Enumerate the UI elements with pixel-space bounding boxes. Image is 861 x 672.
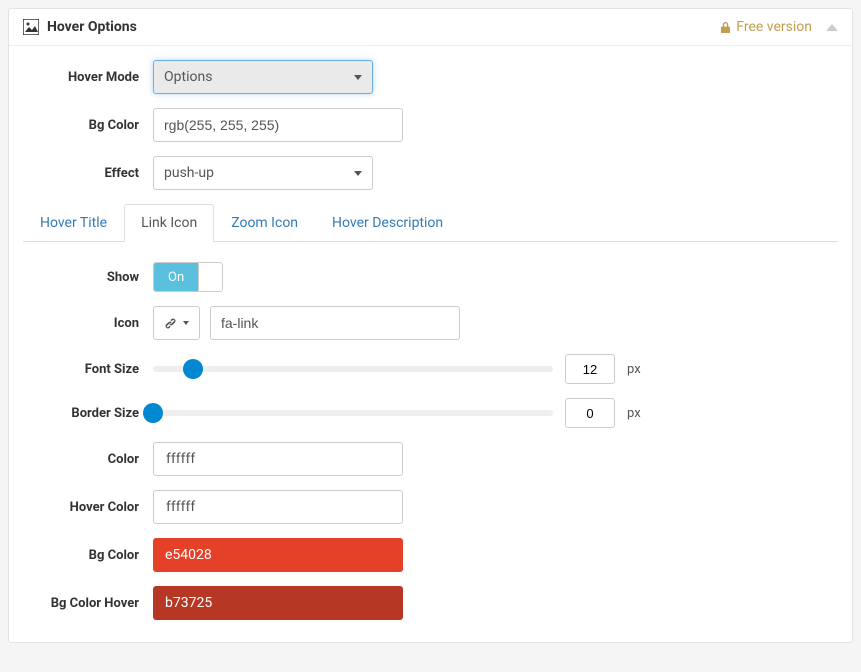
tab-link-icon[interactable]: Link Icon (124, 204, 214, 242)
hover-options-panel: Hover Options Free version Hover Mode Op… (8, 8, 853, 643)
bg-link-label: Bg Color (23, 548, 153, 563)
toggle-knob (198, 263, 222, 291)
hover-mode-label: Hover Mode (23, 70, 153, 85)
tab-zoom-icon[interactable]: Zoom Icon (214, 204, 315, 242)
free-version-badge: Free version (720, 19, 812, 35)
icon-label: Icon (23, 316, 153, 331)
bg-color-link-input[interactable]: e54028 (153, 538, 403, 572)
hover-color-input[interactable]: ffffff (153, 490, 403, 524)
chevron-down-icon (183, 321, 189, 325)
panel-title: Hover Options (47, 19, 137, 35)
color-input[interactable]: ffffff (153, 442, 403, 476)
font-size-slider[interactable] (153, 366, 553, 372)
toggle-on-label: On (154, 263, 198, 291)
font-size-unit: px (627, 362, 641, 377)
link-icon (164, 317, 177, 330)
hover-color-label: Hover Color (23, 500, 153, 515)
tab-hover-description[interactable]: Hover Description (315, 204, 460, 242)
slider-thumb[interactable] (143, 403, 163, 423)
color-label: Color (23, 452, 153, 467)
chevron-down-icon (354, 171, 362, 176)
tabs: Hover Title Link Icon Zoom Icon Hover De… (23, 204, 838, 242)
tab-hover-title[interactable]: Hover Title (23, 204, 124, 242)
hover-mode-select[interactable]: Options (153, 60, 373, 94)
bg-color-label: Bg Color (23, 118, 153, 133)
effect-value: push-up (164, 165, 214, 181)
effect-select[interactable]: push-up (153, 156, 373, 190)
icon-picker-button[interactable] (153, 306, 200, 340)
border-size-input[interactable] (565, 398, 615, 428)
chevron-down-icon (354, 75, 362, 80)
bg-color-input[interactable] (153, 108, 403, 142)
show-label: Show (23, 270, 153, 285)
font-size-label: Font Size (23, 362, 153, 377)
icon-name-input[interactable] (210, 306, 460, 340)
image-icon (23, 19, 39, 35)
font-size-input[interactable] (565, 354, 615, 384)
panel-header: Hover Options Free version (9, 9, 852, 46)
slider-thumb[interactable] (183, 359, 203, 379)
free-version-label: Free version (736, 19, 812, 35)
bg-hover-link-label: Bg Color Hover (23, 596, 153, 611)
hover-mode-value: Options (164, 69, 212, 85)
bg-color-hover-input[interactable]: b73725 (153, 586, 403, 620)
collapse-icon[interactable] (826, 24, 838, 31)
border-size-slider[interactable] (153, 410, 553, 416)
panel-body: Hover Mode Options Bg Color Effect push-… (9, 46, 852, 642)
tab-content-link-icon: Show On Icon Font Size (23, 242, 838, 620)
border-size-label: Border Size (23, 406, 153, 421)
lock-icon (720, 21, 731, 34)
effect-label: Effect (23, 166, 153, 181)
border-size-unit: px (627, 406, 641, 421)
show-toggle[interactable]: On (153, 262, 223, 292)
